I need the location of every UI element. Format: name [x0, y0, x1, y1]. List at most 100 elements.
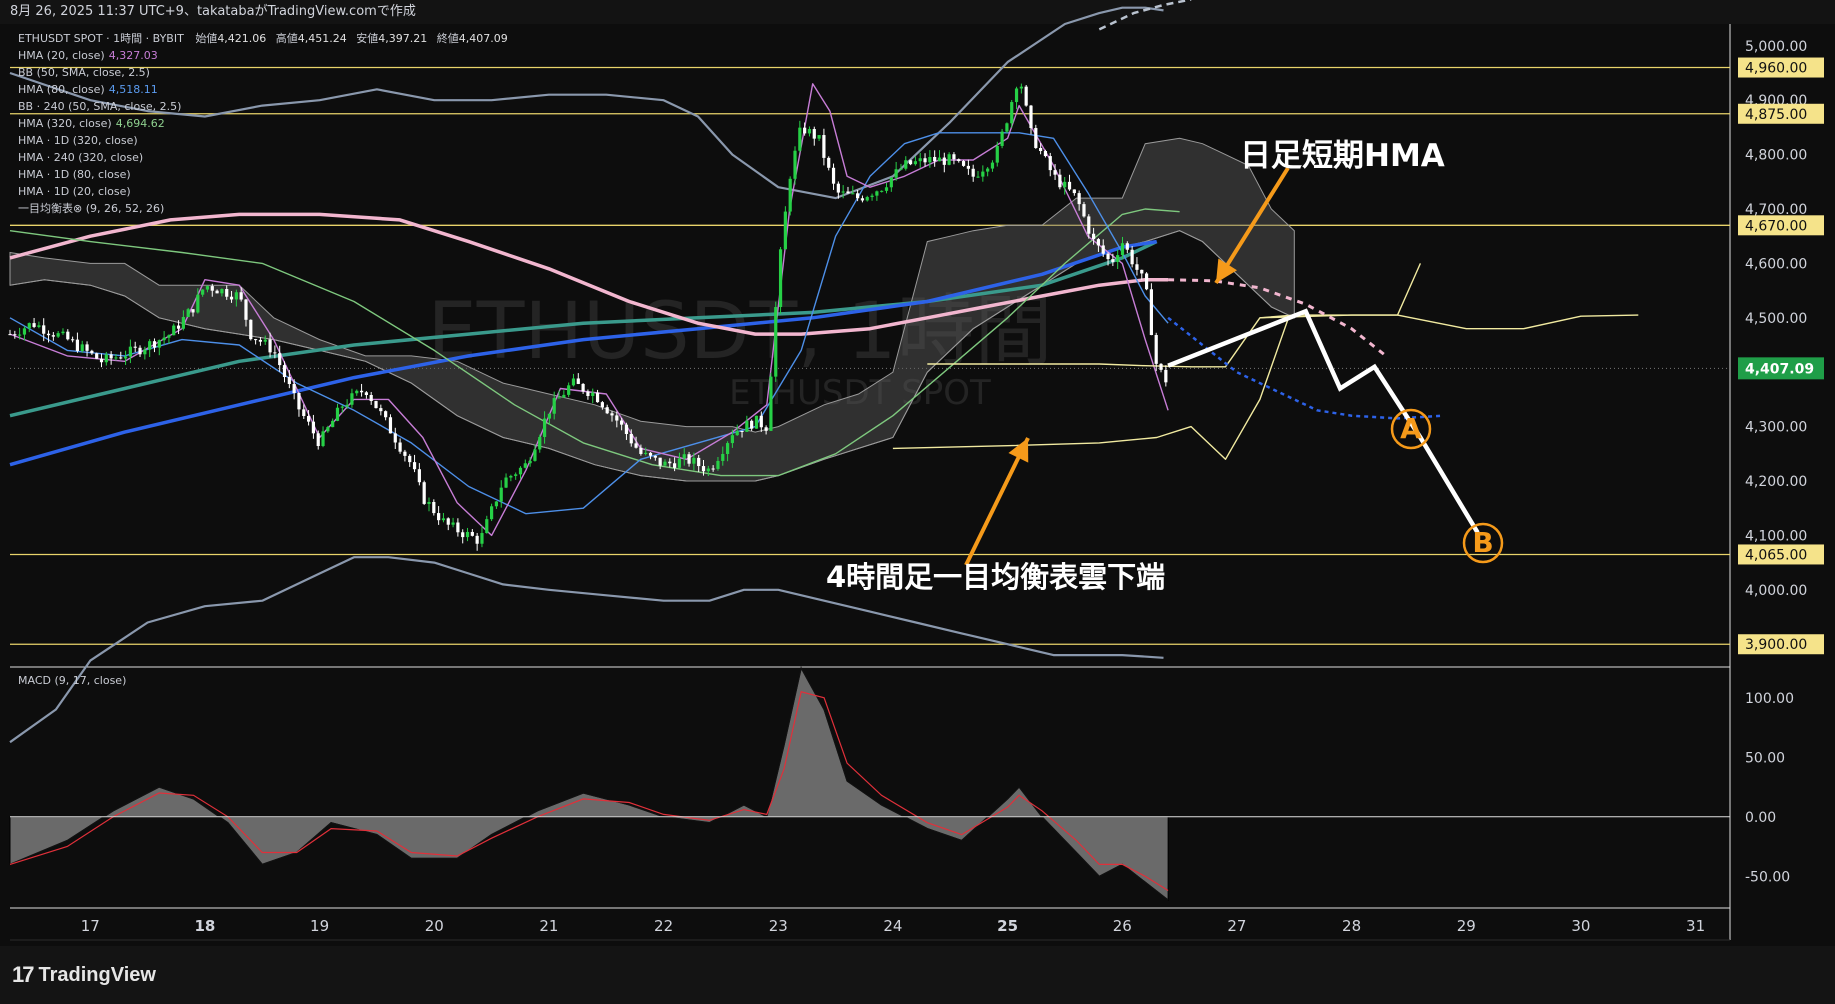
candle-body [384, 411, 388, 418]
candle-body [754, 415, 759, 429]
candle-body [388, 417, 393, 434]
candle-body [475, 535, 479, 544]
candle-body [576, 378, 580, 384]
candle-body [653, 455, 657, 458]
candle-body [273, 352, 277, 354]
candle-body [831, 167, 836, 184]
legend-item-value: 4,327.03 [108, 49, 158, 62]
candle-body [981, 171, 985, 177]
candle-body [1164, 369, 1168, 383]
candle-body [119, 357, 123, 359]
macd-tick-label: 100.00 [1745, 691, 1794, 707]
candle-body [441, 518, 446, 521]
candle-body [412, 462, 417, 470]
candle-body [812, 129, 816, 139]
legend-item[interactable]: HMA (320, close) 4,694.62 [18, 115, 508, 132]
candle-body [432, 502, 436, 514]
level-tag-text: 4,065.00 [1745, 547, 1807, 563]
open-value: 4,421.06 [217, 32, 267, 45]
legend-item-label: BB (50, SMA, close, 2.5) [18, 66, 150, 79]
candle-body [470, 531, 474, 536]
price-tick-label: 4,500.00 [1745, 311, 1807, 327]
time-tick-label: 21 [539, 917, 558, 935]
candle-body [66, 331, 70, 340]
candle-body [123, 356, 128, 359]
candle-body [80, 344, 84, 351]
candle-body [971, 168, 975, 177]
candle-body [860, 198, 865, 201]
candle-body [1058, 174, 1062, 188]
candle-body [1101, 245, 1105, 254]
legend-item[interactable]: HMA · 1D (320, close) [18, 132, 508, 149]
macd-tick-label: 50.00 [1745, 750, 1785, 766]
candle-body [600, 402, 604, 408]
legend-item[interactable]: HMA · 1D (20, close) [18, 183, 508, 200]
candle-body [557, 397, 561, 399]
level-price-tag: 4,065.00 [1738, 544, 1824, 565]
candle-body [591, 392, 595, 397]
level-tag-text: 3,900.00 [1745, 637, 1807, 653]
candle-body [1000, 131, 1004, 146]
candle-body [884, 187, 889, 191]
candle-body [1106, 253, 1110, 260]
time-tick-label: 18 [194, 917, 215, 935]
legend-item[interactable]: HMA (20, close) 4,327.03 [18, 47, 508, 64]
macd-legend[interactable]: MACD (9, 17, close) [18, 674, 126, 687]
candle-body [542, 418, 547, 437]
footer-bar [0, 946, 1835, 1004]
candle-body [783, 211, 787, 250]
candle-body [27, 323, 31, 329]
price-tick-label: 4,800.00 [1745, 148, 1807, 164]
indicator-legend[interactable]: ETHUSDT SPOT · 1時間 · BYBIT 始値4,421.06 高値… [18, 30, 508, 217]
candle-body [1154, 335, 1158, 364]
candle-body [71, 339, 75, 341]
legend-item[interactable]: HMA (80, close) 4,518.11 [18, 81, 508, 98]
candle-body [321, 431, 325, 447]
close-label: 終値 [436, 32, 459, 45]
candle-body [538, 436, 542, 450]
price-tick-label: 4,100.00 [1745, 528, 1807, 544]
candle-body [1111, 259, 1115, 262]
candle-body [181, 316, 185, 329]
candle-body [807, 129, 812, 134]
candle-body [673, 463, 677, 468]
candle-body [306, 415, 311, 422]
legend-item[interactable]: 一目均衡表⊗ (9, 26, 52, 26) [18, 200, 508, 217]
tradingview-brand[interactable]: 17 TradingView [12, 962, 156, 988]
candle-body [437, 513, 441, 521]
legend-item[interactable]: HMA · 240 (320, close) [18, 149, 508, 166]
level-tag-text: 4,670.00 [1745, 218, 1807, 234]
candle-body [95, 353, 99, 359]
candle-body [465, 531, 470, 538]
candle-body [1140, 269, 1144, 274]
last-price-text: 4,407.09 [1745, 361, 1814, 377]
candle-body [8, 334, 12, 336]
candle-body [745, 420, 749, 432]
candle-body [1116, 255, 1120, 262]
legend-item[interactable]: HMA · 1D (80, close) [18, 166, 508, 183]
candle-body [976, 176, 980, 178]
candle-body [913, 161, 918, 165]
candle-body [258, 339, 263, 342]
candle-body [422, 482, 426, 504]
candle-body [615, 415, 619, 421]
time-tick-label: 28 [1342, 917, 1361, 935]
candle-body [244, 299, 248, 320]
candle-body [952, 154, 956, 160]
legend-item[interactable]: BB (50, SMA, close, 2.5) [18, 64, 508, 81]
candle-body [1034, 128, 1038, 148]
annotation-cloud-bottom: 4時間足一目均衡表雲下端 [826, 560, 1165, 594]
candle-body [562, 394, 566, 398]
legend-item[interactable]: BB · 240 (50, SMA, close, 2.5) [18, 98, 508, 115]
low-label: 安値 [356, 32, 379, 45]
candle-body [451, 522, 455, 525]
candle-body [302, 409, 306, 416]
candle-body [986, 168, 990, 172]
candle-body [359, 390, 364, 393]
candle-body [721, 453, 725, 461]
candle-body [249, 319, 253, 340]
last-price-tag: 4,407.09 [1738, 357, 1824, 380]
legend-item-label: 一目均衡表⊗ (9, 26, 52, 26) [18, 202, 165, 215]
candle-body [364, 392, 368, 396]
candle-body [22, 328, 27, 335]
